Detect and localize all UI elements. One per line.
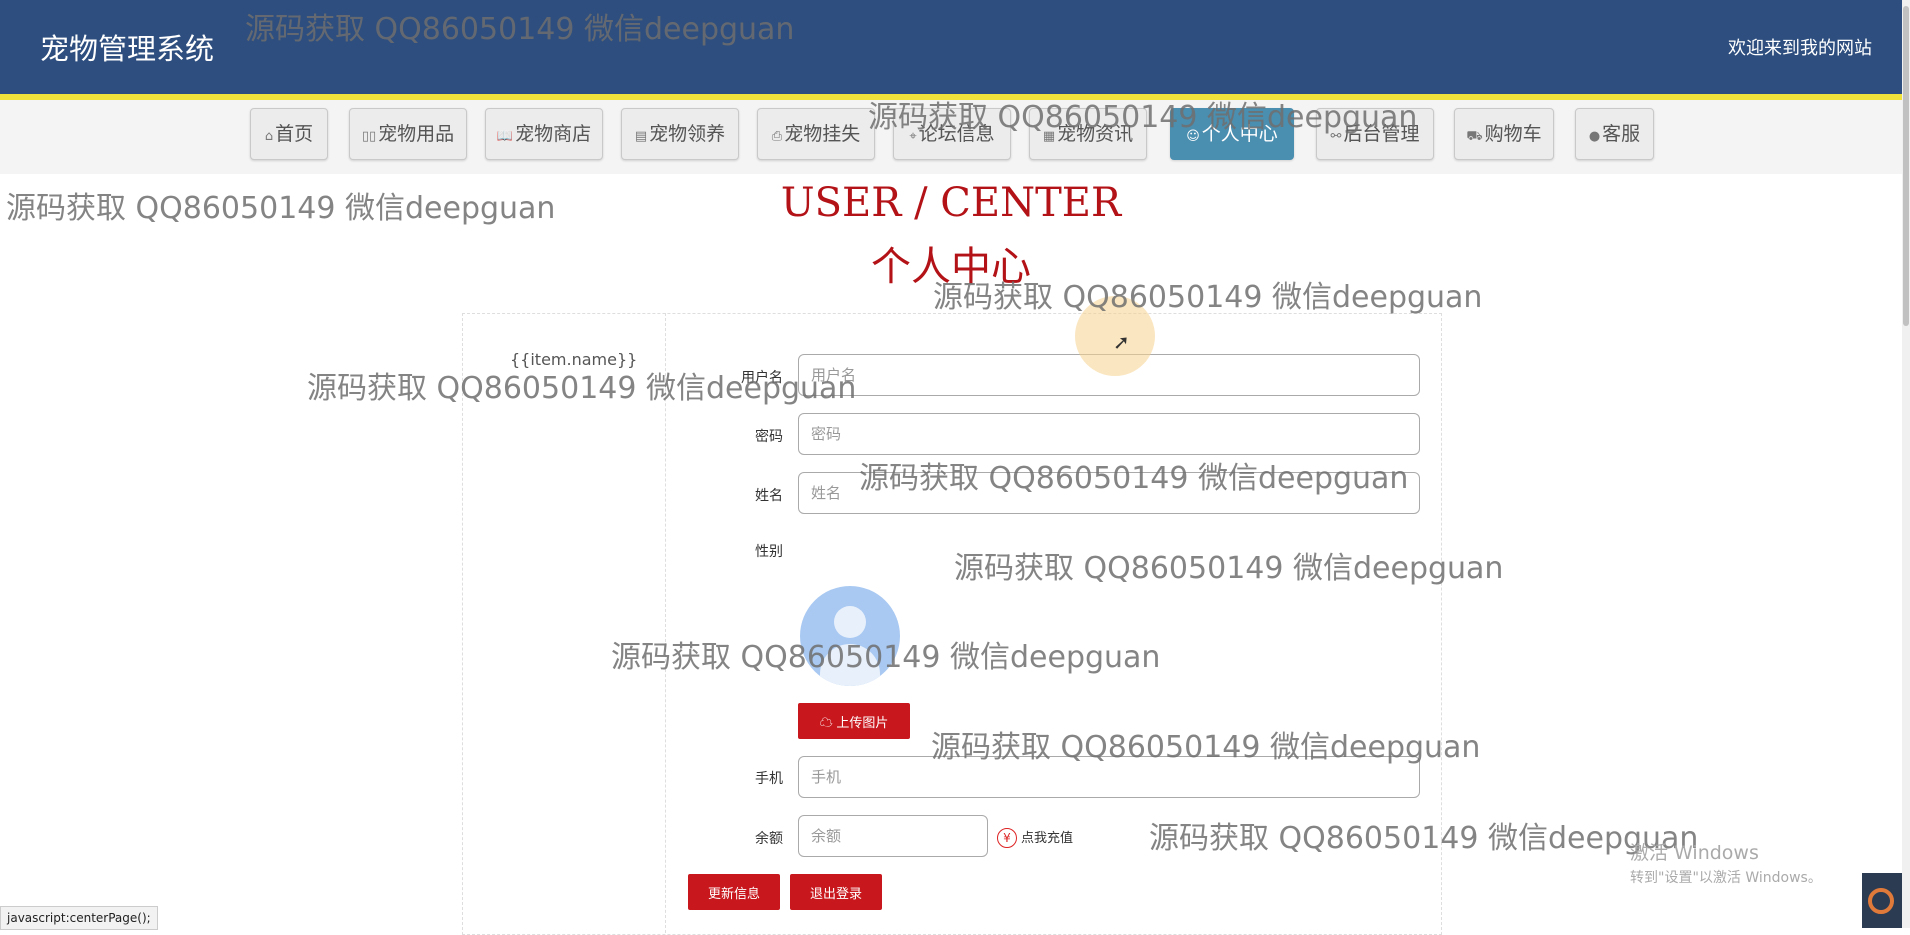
note-icon: ▤ [634, 129, 648, 144]
browser-status-bar: javascript:centerPage(); [0, 906, 158, 930]
cloud-upload-icon: ☁ [819, 714, 833, 730]
phone-input[interactable] [798, 756, 1420, 798]
tag-icon: ⌖ [909, 129, 917, 144]
nav-admin[interactable]: ⚯ 后台管理 [1316, 108, 1434, 160]
nav-home[interactable]: ⌂ 首页 [250, 108, 328, 160]
user-icon: ☺ [1186, 129, 1200, 144]
nav-pet-news[interactable]: ▦ 宠物资讯 [1029, 108, 1147, 160]
nav-pet-adoption[interactable]: ▤ 宠物领养 [621, 108, 739, 160]
chat-icon: ● [1588, 129, 1601, 144]
name-label: 姓名 [755, 488, 783, 504]
phone-label: 手机 [755, 771, 783, 787]
welcome-text: 欢迎来到我的网站 [1728, 38, 1872, 59]
avatar-image [800, 586, 900, 686]
printer-icon: ⎙ [771, 129, 783, 144]
floating-widget[interactable] [1862, 873, 1902, 928]
top-header: 宠物管理系统 欢迎来到我的网站 [0, 0, 1902, 100]
panel-divider [665, 313, 666, 933]
book-icon: 📖 [496, 129, 514, 144]
username-label: 用户名 [741, 370, 783, 386]
page-heading-cn: 个人中心 [871, 244, 1031, 290]
page-heading-en: USER / CENTER [780, 180, 1122, 226]
name-input[interactable] [798, 472, 1420, 514]
mouse-cursor-icon: ➚ [1113, 330, 1130, 354]
upload-image-button[interactable]: ☁ 上传图片 [798, 703, 910, 739]
news-icon: ▦ [1042, 129, 1056, 144]
windows-activation-notice: 激活 Windows 转到"设置"以激活 Windows。 [1630, 842, 1822, 886]
nav-service[interactable]: ● 客服 [1575, 108, 1654, 160]
nav-cart[interactable]: ⛟ 购物车 [1454, 108, 1554, 160]
gear-icon [1868, 888, 1894, 914]
yen-icon: ¥ [997, 828, 1017, 848]
main-nav: ⌂ 首页 ▯▯ 宠物用品 📖 宠物商店 ▤ 宠物领养 ⎙ 宠物挂失 ⌖ 论坛信息 ▦ 宠物资讯… [0, 100, 1902, 174]
home-icon: ⌂ [264, 129, 274, 144]
link-icon: ⚯ [1330, 129, 1342, 144]
scrollbar-thumb[interactable] [1903, 6, 1909, 326]
logout-button[interactable]: 退出登录 [790, 874, 882, 910]
nav-pet-lost[interactable]: ⎙ 宠物挂失 [757, 108, 875, 160]
recharge-link[interactable]: ¥ 点我充值 [997, 827, 1073, 848]
nav-forum[interactable]: ⌖ 论坛信息 [893, 108, 1011, 160]
nav-pet-shop[interactable]: 📖 宠物商店 [485, 108, 603, 160]
password-input[interactable] [798, 413, 1420, 455]
password-label: 密码 [755, 429, 783, 445]
cart-icon: ⛟ [1466, 129, 1483, 144]
update-info-button[interactable]: 更新信息 [688, 874, 780, 910]
nav-pet-supplies[interactable]: ▯▯ 宠物用品 [349, 108, 467, 160]
site-title: 宠物管理系统 [40, 32, 215, 66]
balance-input[interactable] [798, 815, 988, 857]
side-menu-item[interactable]: {{item.name}} [510, 350, 637, 369]
balance-label: 余额 [755, 831, 783, 847]
gender-label: 性别 [755, 544, 783, 560]
goods-icon: ▯▯ [361, 129, 377, 144]
nav-user-center[interactable]: ☺ 个人中心 [1170, 108, 1294, 160]
